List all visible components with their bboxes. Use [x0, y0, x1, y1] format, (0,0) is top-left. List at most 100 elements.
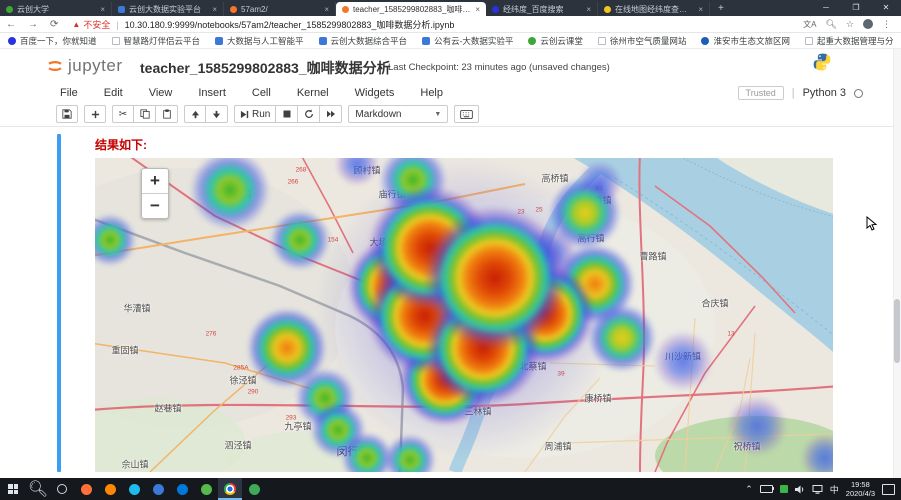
maximize-button[interactable]: ❐ — [841, 0, 871, 16]
save-button[interactable] — [56, 105, 78, 123]
add-cell-button[interactable] — [84, 105, 106, 123]
cell-type-select[interactable]: Markdown ▼ — [348, 105, 448, 123]
taskbar-app-app-green-2[interactable] — [242, 478, 266, 500]
run-all-button[interactable] — [320, 105, 342, 123]
tabs: 云创大学×云创大数据实验平台×57am2/×teacher_1585299802… — [0, 2, 710, 16]
zoom-in-button[interactable]: + — [142, 169, 168, 193]
menu-item-widgets[interactable]: Widgets — [355, 87, 395, 99]
menu-item-edit[interactable]: Edit — [104, 87, 123, 99]
battery-icon[interactable] — [760, 485, 773, 493]
paste-cell-button[interactable] — [156, 105, 178, 123]
address-bar-actions: 文A 🔍︎ ☆ ⋮ — [803, 19, 901, 30]
translate-icon[interactable]: 文A — [803, 19, 816, 30]
bookmark-item-0[interactable]: 百度一下，你就知道 — [8, 35, 97, 47]
command-palette-button[interactable] — [454, 105, 479, 123]
checkpoint-text: Last Checkpoint: 23 minutes ago — [388, 62, 526, 73]
tab-close-icon[interactable]: × — [100, 5, 105, 14]
menu-item-help[interactable]: Help — [420, 87, 443, 99]
action-center-icon[interactable] — [882, 484, 895, 495]
bookmark-item-3[interactable]: 云创大数据综合平台 — [319, 35, 408, 47]
app-blue-icon — [215, 37, 223, 45]
bookmark-label: 百度一下，你就知道 — [20, 35, 97, 47]
search-icon: 🔍︎ — [28, 479, 48, 499]
move-cell-down-button[interactable] — [206, 105, 228, 123]
bookmark-item-2[interactable]: 大数据与人工智能平 — [215, 35, 304, 47]
bookmark-item-7[interactable]: 淮安市生态文旅区网 — [701, 35, 790, 47]
unsaved-changes-text: (unsaved changes) — [529, 62, 610, 73]
network-icon[interactable] — [812, 485, 823, 494]
taskbar-app-vlc[interactable] — [98, 478, 122, 500]
tab-close-icon[interactable]: × — [586, 5, 591, 14]
cortana-button[interactable] — [50, 478, 74, 500]
bookmark-item-8[interactable]: 起重大数据管理与分 — [805, 35, 894, 47]
cut-cell-button[interactable]: ✂ — [112, 105, 134, 123]
ime-indicator[interactable]: 中 — [830, 483, 839, 496]
run-cell-button[interactable]: Run — [234, 105, 276, 123]
browser-tab-2[interactable]: 57am2/ × — [224, 2, 336, 16]
menu-dots-icon[interactable]: ⋮ — [882, 19, 891, 30]
bookmark-item-1[interactable]: 智慧路灯伴侣云平台 — [112, 35, 201, 47]
browser-tab-5[interactable]: 在线地图经纬度查询 — 经纬度× — [598, 2, 710, 16]
menu-item-file[interactable]: File — [60, 87, 78, 99]
tab-title: teacher_1585299802883_咖啡数据分析 — [353, 4, 471, 15]
security-chip[interactable]: ▲ 不安全 — [72, 18, 110, 31]
back-icon[interactable]: ← — [0, 19, 22, 30]
taskbar-app-chrome[interactable] — [218, 478, 242, 500]
tab-close-icon[interactable]: × — [212, 5, 217, 14]
forward-icon[interactable]: → — [22, 19, 44, 30]
heat-blob-blue — [801, 434, 833, 472]
tab-close-icon[interactable]: × — [324, 5, 329, 14]
notebook-title[interactable]: teacher_1585299802883_咖啡数据分析 — [140, 58, 391, 78]
menu-item-kernel[interactable]: Kernel — [297, 87, 329, 99]
taskbar-app-app-green[interactable] — [194, 478, 218, 500]
interrupt-kernel-button[interactable] — [276, 105, 298, 123]
speaker-icon[interactable] — [795, 485, 805, 494]
url-text[interactable]: |10.30.180.9:9999/notebooks/57am2/teache… — [116, 18, 454, 31]
browser-tab-1[interactable]: 云创大数据实验平台× — [112, 2, 224, 16]
heatmap-output[interactable]: 马陆镇顾村镇庙行镇大场镇高桥镇凌桥镇高行镇曹路镇合庆镇华漕镇重固镇徐泾镇赵巷镇泗… — [95, 158, 833, 472]
taskbar-app-firefox[interactable] — [74, 478, 98, 500]
minimize-button[interactable]: ─ — [811, 0, 841, 16]
heatmap-layer — [95, 158, 833, 472]
zoom-out-button[interactable]: − — [142, 193, 168, 218]
browser-tab-3[interactable]: teacher_1585299802883_咖啡数据分析 × — [336, 2, 486, 16]
jupyter-logo[interactable]: jupyter — [46, 56, 123, 76]
tray-expand-icon[interactable]: ⌃ — [745, 484, 753, 495]
browser-tab-0[interactable]: 云创大学× — [0, 2, 112, 16]
bookmark-star-icon[interactable]: ☆ — [846, 19, 854, 30]
close-button[interactable]: ✕ — [871, 0, 901, 16]
bookmark-item-4[interactable]: 公有云-大数据实验平 — [422, 35, 513, 47]
taskbar-app-app-blue[interactable] — [146, 478, 170, 500]
windows-logo-icon — [8, 484, 18, 494]
taskbar-app-edge[interactable] — [170, 478, 194, 500]
taskbar-search-button[interactable]: 🔍︎ — [26, 478, 50, 500]
page-scrollbar-thumb[interactable] — [894, 299, 900, 363]
browser-tab-strip: 云创大学×云创大数据实验平台×57am2/×teacher_1585299802… — [0, 0, 901, 16]
tab-close-icon[interactable]: × — [698, 5, 703, 14]
refresh-icon[interactable]: ⟳ — [44, 19, 64, 30]
menu-item-insert[interactable]: Insert — [198, 87, 226, 99]
selected-cell-indicator[interactable] — [57, 134, 61, 472]
bookmark-item-5[interactable]: 云创云课堂 — [528, 35, 583, 47]
tab-close-icon[interactable]: × — [475, 5, 480, 14]
restart-kernel-button[interactable] — [298, 105, 320, 123]
profile-avatar[interactable] — [863, 19, 873, 29]
browser-tab-4[interactable]: 经纬度_百度搜索× — [486, 2, 598, 16]
tray-app-icon[interactable] — [780, 485, 788, 493]
page-scrollbar-track[interactable] — [893, 49, 901, 478]
heat-blob-blue — [335, 158, 379, 186]
zoom-icon[interactable]: 🔍︎ — [825, 19, 836, 30]
vlc-icon — [105, 484, 116, 495]
start-button[interactable] — [0, 478, 26, 500]
move-cell-up-button[interactable] — [184, 105, 206, 123]
menu-item-view[interactable]: View — [149, 87, 173, 99]
app-blue-icon — [153, 484, 164, 495]
new-tab-button[interactable]: + — [710, 2, 732, 16]
tab-title: 57am2/ — [241, 5, 320, 14]
bookmark-item-6[interactable]: 徐州市空气质量网站 — [598, 35, 687, 47]
bookmark-label: 起重大数据管理与分 — [817, 35, 894, 47]
copy-cell-button[interactable] — [134, 105, 156, 123]
taskbar-clock[interactable]: 19:58 2020/4/3 — [846, 480, 875, 499]
menu-item-cell[interactable]: Cell — [252, 87, 271, 99]
taskbar-app-internet-explorer[interactable] — [122, 478, 146, 500]
